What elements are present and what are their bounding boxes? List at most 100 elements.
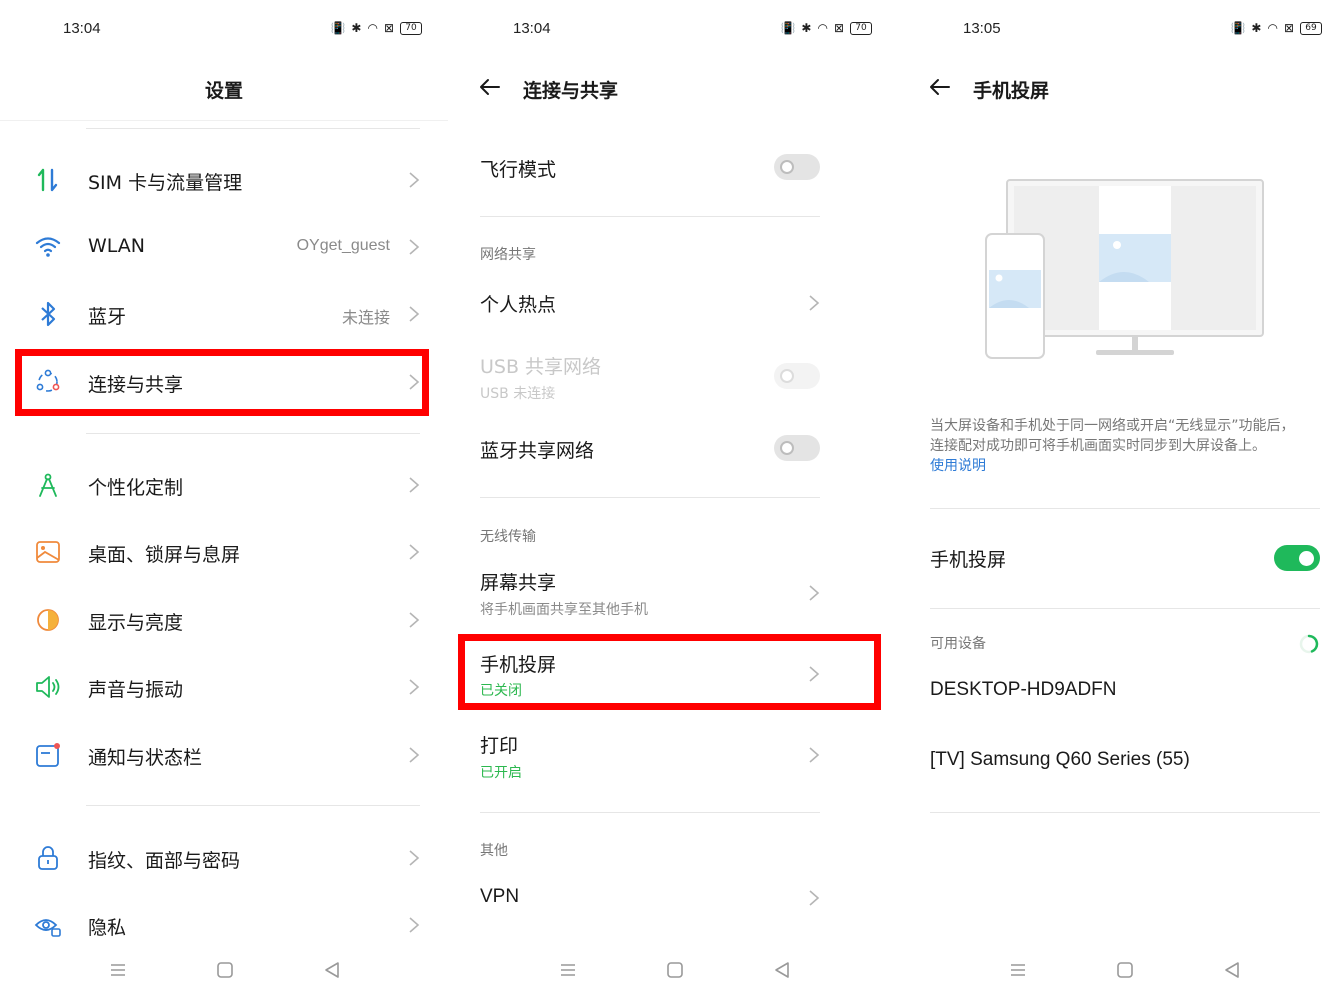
settings-item-label: WLAN bbox=[88, 235, 146, 257]
help-link[interactable]: 使用说明 bbox=[930, 456, 1326, 476]
settings-item-display-brightness[interactable]: 显示与亮度 bbox=[0, 589, 448, 651]
bluetooth-tethering-label: 蓝牙共享网络 bbox=[480, 440, 595, 462]
phone-cast-label: 手机投屏 bbox=[480, 654, 557, 676]
settings-screen: 13:04 📳 ✱ ◠ ⊠ 70 设置 SIM 卡与流量管理 WLAN OYge… bbox=[0, 0, 448, 1000]
home-nav-icon[interactable] bbox=[1115, 960, 1135, 980]
settings-item-privacy[interactable]: 隐私 bbox=[0, 894, 448, 956]
share-nodes-icon bbox=[36, 369, 60, 392]
wallpaper-icon bbox=[36, 541, 60, 563]
settings-item-home-lock-screen[interactable]: 桌面、锁屏与息屏 bbox=[0, 521, 448, 583]
vibrate-icon: 📳 bbox=[780, 21, 796, 35]
bluetooth-status-icon: ✱ bbox=[351, 21, 362, 35]
back-nav-icon[interactable] bbox=[322, 960, 342, 980]
back-nav-icon[interactable] bbox=[772, 960, 792, 980]
settings-item-connection-sharing[interactable]: 连接与共享 bbox=[0, 351, 448, 413]
status-icons: 📳 ✱ ◠ ⊠ 69 bbox=[1230, 21, 1322, 35]
settings-item-label: 个性化定制 bbox=[88, 477, 184, 499]
usb-tethering-label: USB 共享网络 bbox=[480, 356, 602, 378]
chevron-right-icon bbox=[409, 917, 420, 933]
settings-item-sim[interactable]: SIM 卡与流量管理 bbox=[0, 149, 448, 211]
chevron-right-icon bbox=[409, 239, 420, 255]
divider bbox=[930, 608, 1320, 609]
phone-cast-screen: 13:05 📳 ✱ ◠ ⊠ 69 手机投屏 当大屏设备和手机处于同一网络或开启“… bbox=[900, 0, 1342, 1000]
status-icons: 📳 ✱ ◠ ⊠ 70 bbox=[780, 21, 872, 35]
hotspot-row[interactable]: 个人热点 bbox=[450, 275, 898, 331]
settings-item-notification-statusbar[interactable]: 通知与状态栏 bbox=[0, 724, 448, 786]
chevron-right-icon bbox=[809, 585, 820, 601]
airplane-mode-toggle[interactable] bbox=[774, 154, 820, 180]
device-item-desktop[interactable]: DESKTOP-HD9ADFN bbox=[900, 666, 1342, 722]
menu-nav-icon[interactable] bbox=[558, 960, 578, 980]
privacy-eye-icon bbox=[34, 919, 61, 937]
settings-item-label: 桌面、锁屏与息屏 bbox=[88, 544, 241, 566]
connection-sharing-screen: 13:04 📳 ✱ ◠ ⊠ 70 连接与共享 飞行模式 网络共享 个人热点 US… bbox=[450, 0, 898, 1000]
settings-item-bluetooth[interactable]: 蓝牙 未连接 bbox=[0, 283, 448, 345]
print-row[interactable]: 打印 已开启 bbox=[450, 722, 898, 788]
back-nav-icon[interactable] bbox=[1222, 960, 1242, 980]
divider bbox=[480, 812, 820, 813]
device-name: DESKTOP-HD9ADFN bbox=[930, 679, 1117, 700]
bluetooth-status-value: 未连接 bbox=[341, 310, 390, 327]
usb-tethering-row: USB 共享网络 USB 未连接 bbox=[450, 340, 898, 410]
status-bar: 13:04 📳 ✱ ◠ ⊠ 70 bbox=[0, 18, 448, 42]
back-arrow-icon[interactable] bbox=[927, 74, 953, 100]
screen-share-row[interactable]: 屏幕共享 将手机画面共享至其他手机 bbox=[450, 560, 898, 626]
chevron-right-icon bbox=[809, 747, 820, 763]
phone-cast-row[interactable]: 手机投屏 已关闭 bbox=[450, 640, 898, 708]
nfc-icon: ⊠ bbox=[383, 21, 394, 35]
status-bar: 13:04 📳 ✱ ◠ ⊠ 70 bbox=[450, 18, 898, 42]
print-label: 打印 bbox=[480, 735, 519, 757]
home-nav-icon[interactable] bbox=[215, 960, 235, 980]
settings-item-label: 显示与亮度 bbox=[88, 612, 184, 634]
settings-item-wlan[interactable]: WLAN OYget_guest bbox=[0, 216, 448, 278]
menu-nav-icon[interactable] bbox=[1008, 960, 1028, 980]
cast-description: 当大屏设备和手机处于同一网络或开启“无线显示”功能后， 连接配对成功即可将手机画… bbox=[930, 416, 1326, 476]
settings-item-personalization[interactable]: 个性化定制 bbox=[0, 454, 448, 516]
section-header-available-devices: 可用设备 bbox=[930, 636, 986, 652]
phone-cast-toggle-label: 手机投屏 bbox=[930, 549, 1007, 571]
navigation-bar bbox=[0, 960, 448, 984]
cast-description-line: 连接配对成功即可将手机画面实时同步到大屏设备上。 bbox=[930, 438, 1266, 454]
vpn-label: VPN bbox=[480, 886, 520, 907]
battery-icon: 69 bbox=[1300, 21, 1322, 35]
lock-icon bbox=[38, 846, 58, 870]
chevron-right-icon bbox=[409, 679, 420, 695]
device-item-tv[interactable]: [TV] Samsung Q60 Series (55) bbox=[900, 736, 1342, 792]
battery-icon: 70 bbox=[850, 21, 872, 35]
cast-illustration bbox=[985, 179, 1264, 359]
wifi-status-icon: ◠ bbox=[817, 21, 828, 35]
vibrate-icon: 📳 bbox=[330, 21, 346, 35]
wifi-status-icon: ◠ bbox=[367, 21, 378, 35]
wlan-network-value: OYget_guest bbox=[296, 237, 390, 254]
page-title: 手机投屏 bbox=[973, 80, 1050, 102]
menu-nav-icon[interactable] bbox=[108, 960, 128, 980]
divider bbox=[86, 805, 420, 806]
screen-share-desc: 将手机画面共享至其他手机 bbox=[480, 602, 648, 618]
section-header-other: 其他 bbox=[480, 843, 508, 859]
settings-item-fingerprint-face-password[interactable]: 指纹、面部与密码 bbox=[0, 827, 448, 889]
bluetooth-tethering-toggle[interactable] bbox=[774, 435, 820, 461]
back-arrow-icon[interactable] bbox=[477, 74, 503, 100]
airplane-mode-row[interactable]: 飞行模式 bbox=[450, 140, 898, 196]
page-title: 设置 bbox=[204, 80, 243, 102]
phone-cast-toggle[interactable] bbox=[1274, 545, 1320, 571]
divider bbox=[930, 812, 1320, 813]
wifi-status-icon: ◠ bbox=[1267, 21, 1278, 35]
chevron-right-icon bbox=[409, 612, 420, 628]
usb-tethering-toggle bbox=[774, 363, 820, 389]
home-nav-icon[interactable] bbox=[665, 960, 685, 980]
phone-cast-toggle-row[interactable]: 手机投屏 bbox=[900, 530, 1342, 586]
status-icons: 📳 ✱ ◠ ⊠ 70 bbox=[330, 21, 422, 35]
bluetooth-status-icon: ✱ bbox=[1251, 21, 1262, 35]
notification-icon bbox=[36, 743, 60, 767]
bluetooth-tethering-row[interactable]: 蓝牙共享网络 bbox=[450, 421, 898, 477]
loading-spinner-icon bbox=[1299, 634, 1319, 654]
nfc-icon: ⊠ bbox=[833, 21, 844, 35]
navigation-bar bbox=[900, 960, 1342, 984]
bluetooth-status-icon: ✱ bbox=[801, 21, 812, 35]
settings-item-label: 蓝牙 bbox=[88, 306, 127, 328]
page-title: 连接与共享 bbox=[523, 80, 619, 102]
vpn-row[interactable]: VPN bbox=[450, 870, 898, 926]
airplane-mode-label: 飞行模式 bbox=[480, 159, 557, 181]
settings-item-sound-vibration[interactable]: 声音与振动 bbox=[0, 656, 448, 718]
